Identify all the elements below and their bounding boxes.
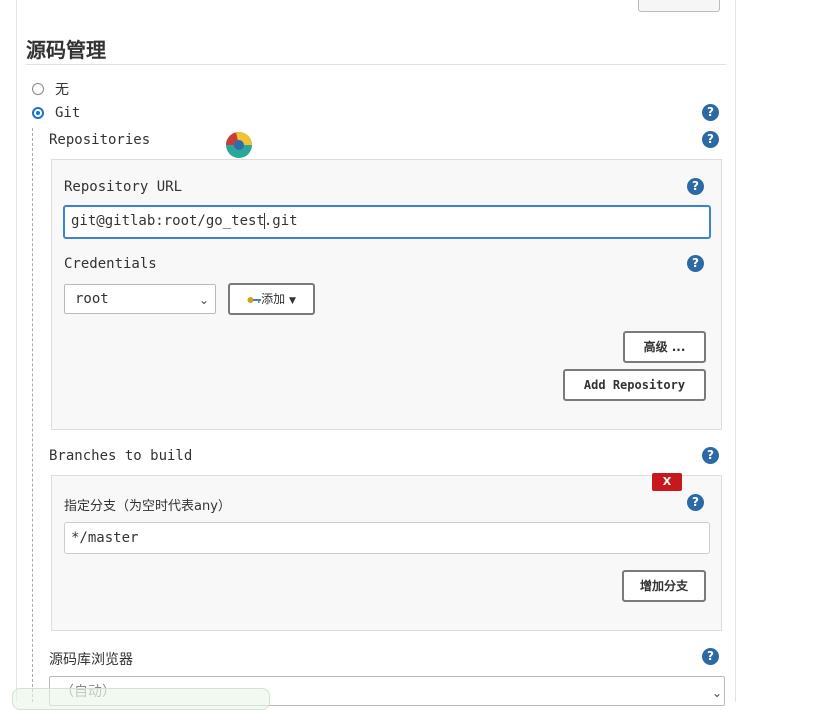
scm-option-none[interactable]: 无 xyxy=(32,79,69,99)
credentials-select[interactable]: root ⌄ xyxy=(64,284,216,314)
section-title: 源码管理 xyxy=(26,38,106,62)
credentials-help-icon[interactable]: ? xyxy=(687,255,704,272)
repositories-label: Repositories xyxy=(49,132,151,148)
branches-label: Branches to build xyxy=(49,448,193,464)
key-icon xyxy=(247,296,262,303)
add-repository-button[interactable]: Add Repository xyxy=(563,369,706,401)
credentials-select-value: root xyxy=(75,291,109,307)
chevron-down-icon: ⌄ xyxy=(711,686,722,700)
repository-url-help-icon[interactable]: ? xyxy=(687,178,704,195)
branch-specifier-help-icon[interactable]: ? xyxy=(687,494,704,511)
floating-app-icon[interactable] xyxy=(224,130,254,160)
scm-option-none-label: 无 xyxy=(55,82,69,98)
caret-down-icon: ▼ xyxy=(288,296,296,306)
chevron-down-icon: ⌄ xyxy=(198,293,209,307)
branch-specifier-label: 指定分支（为空时代表any） xyxy=(64,499,231,514)
scm-option-git-label: Git xyxy=(55,105,81,121)
repository-url-text: git@gitlab:root/go_test xyxy=(71,213,265,229)
add-credentials-label: 添加 xyxy=(261,292,286,306)
git-help-icon[interactable]: ? xyxy=(702,104,719,121)
credentials-label: Credentials xyxy=(64,256,157,272)
section-divider xyxy=(26,64,726,65)
delete-branch-button[interactable]: X xyxy=(652,473,682,491)
repository-browser-help-icon[interactable]: ? xyxy=(702,648,719,665)
radio-none[interactable] xyxy=(32,83,44,95)
repository-browser-label: 源码库浏览器 xyxy=(49,652,133,668)
radio-git[interactable] xyxy=(32,107,44,119)
branches-help-icon[interactable]: ? xyxy=(702,447,719,464)
advanced-button[interactable]: 高级 ... xyxy=(623,331,706,363)
repository-url-text-suffix: .git xyxy=(263,213,298,229)
scm-option-git[interactable]: Git xyxy=(32,105,80,121)
add-branch-button[interactable]: 增加分支 xyxy=(622,570,706,602)
branch-specifier-input[interactable]: */master xyxy=(64,522,710,554)
git-section-guide xyxy=(32,128,33,702)
overlay-toast xyxy=(12,688,270,710)
repository-url-label: Repository URL xyxy=(64,179,183,195)
repository-url-input[interactable]: git@gitlab:root/go_test.git xyxy=(63,205,711,239)
add-credentials-button[interactable]: 添加 ▼ xyxy=(228,283,315,315)
repositories-help-icon[interactable]: ? xyxy=(702,131,719,148)
partial-top-button[interactable] xyxy=(638,0,720,12)
